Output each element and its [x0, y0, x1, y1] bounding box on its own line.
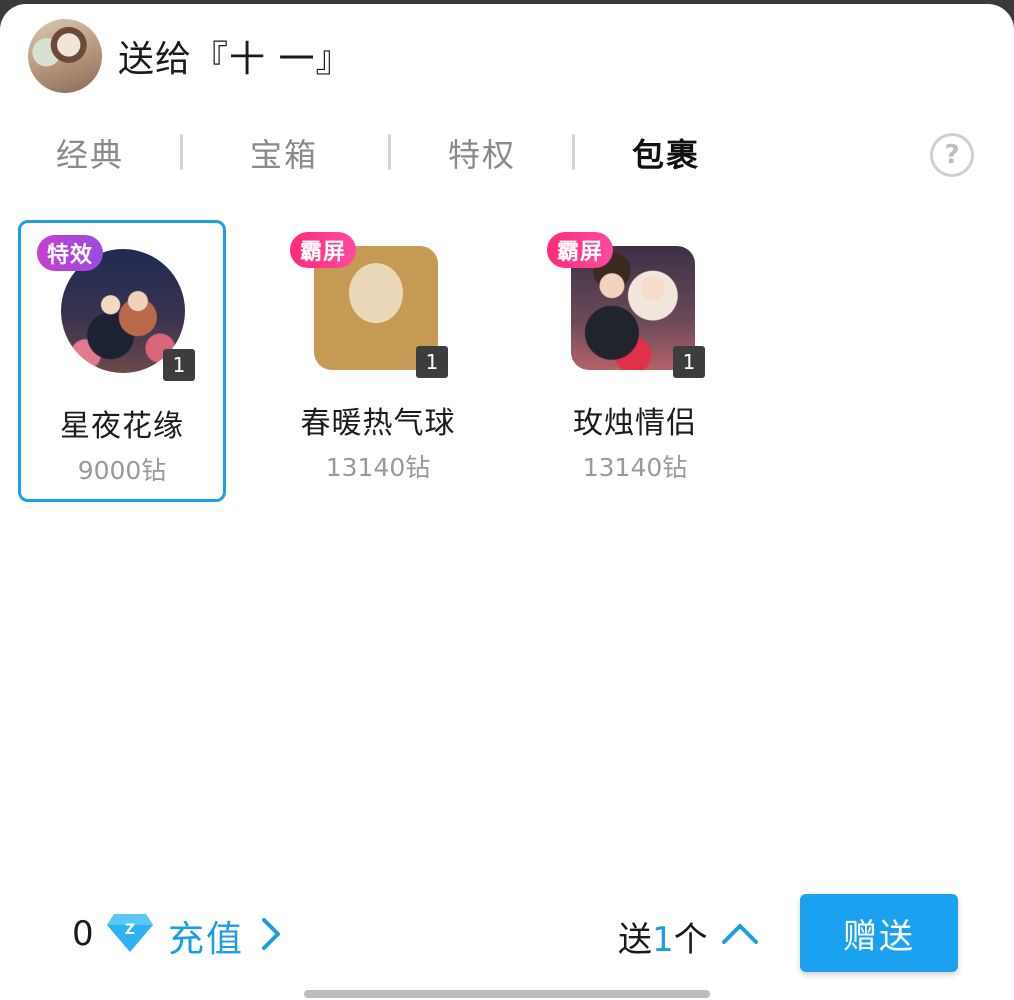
avatar[interactable]	[28, 19, 102, 93]
fullscreen-badge: 霸屏	[290, 232, 357, 268]
gift-count-badge: 1	[673, 346, 705, 378]
send-quantity-value: 1	[652, 920, 674, 960]
gift-card[interactable]: 霸屏 1 玫烛情侣 13140钻	[531, 220, 739, 502]
gift-price: 9000钻	[77, 456, 167, 485]
recipient-title: 送给『十 一』	[118, 39, 353, 80]
send-quantity[interactable]: 送1个	[618, 912, 708, 961]
help-icon[interactable]: ?	[930, 133, 974, 177]
tab-backpack[interactable]: 包裹	[632, 130, 700, 176]
effect-badge: 特效	[37, 235, 104, 271]
send-gift-button[interactable]: 赠送	[800, 894, 958, 972]
tab-treasure-box[interactable]: 宝箱	[250, 130, 318, 176]
gift-count-badge: 1	[163, 349, 195, 381]
gift-tabs: 经典 宝箱 特权 包裹 ?	[0, 124, 1014, 184]
send-unit: 个	[673, 920, 708, 960]
header: 送给『十 一』	[28, 18, 352, 94]
gift-card[interactable]: 霸屏 1 春暖热气球 13140钻	[274, 220, 482, 502]
gift-name: 春暖热气球	[300, 406, 456, 441]
chevron-up-icon[interactable]	[720, 916, 760, 950]
gift-price: 13140钻	[325, 453, 431, 482]
tab-divider	[572, 134, 575, 170]
chevron-right-icon[interactable]	[256, 914, 286, 954]
tab-privilege[interactable]: 特权	[448, 130, 516, 176]
home-indicator[interactable]	[304, 990, 710, 998]
gift-name: 玫烛情侣	[573, 406, 697, 441]
diamond-balance: 0	[72, 914, 94, 954]
tab-divider	[388, 134, 391, 170]
tab-divider	[180, 134, 183, 170]
gift-name: 星夜花缘	[60, 409, 184, 444]
gift-count-badge: 1	[416, 346, 448, 378]
recharge-link[interactable]: 充值	[168, 910, 244, 962]
svg-text:Z: Z	[125, 922, 135, 938]
send-prefix: 送	[618, 920, 652, 960]
fullscreen-badge: 霸屏	[547, 232, 614, 268]
gift-card[interactable]: 特效 1 星夜花缘 9000钻	[18, 220, 226, 502]
gift-sheet: 送给『十 一』 经典 宝箱 特权 包裹 ? 特效 1 星夜花缘 9000钻 霸屏…	[0, 4, 1014, 1000]
diamond-icon: Z	[107, 914, 153, 952]
bottom-bar: 0 Z 充值 送1个 赠送	[0, 890, 1014, 980]
tab-classic[interactable]: 经典	[56, 130, 124, 176]
gift-price: 13140钻	[582, 453, 688, 482]
